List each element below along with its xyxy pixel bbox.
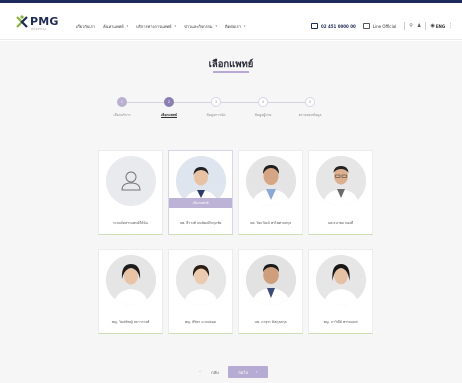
nav-item-services[interactable]: บริการทางการแพทย์ ▾ (136, 22, 176, 30)
step-5: 5 (305, 97, 315, 107)
step-connector (174, 102, 211, 103)
doctor-name: ระบบจัดสรรแพทย์ให้ฉัน (112, 221, 148, 225)
step-3: 3 (211, 97, 221, 107)
selected-badge: เลือกแพทย์ (169, 198, 232, 208)
chevron-down-icon: ▾ (215, 24, 218, 28)
auto-assign-avatar (106, 156, 156, 206)
booking-stepper: 1 2 3 4 5 เลือกบริการ เลือกแพทย์ ข้อมูลก… (113, 97, 345, 121)
logo-text: PMG (30, 15, 59, 28)
divider (404, 22, 406, 30)
doctor-photo (106, 255, 156, 305)
step-connector (127, 102, 164, 103)
doctor-name: นพ. ธีรวงศ์ ธนพัฒน์กิจกุลชัย (179, 221, 222, 225)
step-connector (268, 102, 305, 103)
header-tools: 02 451 0000 00 Line Official ⚲ ♟ ◉ ENG ⋮ (311, 21, 453, 31)
step-label: ตรวจสอบข้อมูล (298, 113, 322, 117)
step-4: 4 (258, 97, 268, 107)
doctor-photo (316, 255, 366, 305)
doctor-card[interactable]: นพ. ภาสุระ ดิสกุลสกุล (238, 249, 303, 334)
doctor-card[interactable]: พญ. วิมลพิชญ์ สถาวรวงศ์ (98, 249, 163, 334)
nav-item-about[interactable]: เกี่ยวกับเรา (76, 22, 95, 30)
chevron-down-icon: ▾ (126, 24, 129, 28)
divider (425, 22, 427, 30)
chevron-down-icon: ▾ (174, 24, 176, 28)
step-label: ข้อมูลผู้ป่วย (254, 113, 272, 117)
doctor-name: พญ. ภาวิณีย์ พรรณเมศ (323, 320, 358, 324)
nav-item-find-doctor[interactable]: ค้นหาแพทย์ ▾ (103, 22, 128, 30)
line-icon (362, 23, 370, 29)
line-official-link[interactable]: Line Official (362, 23, 396, 29)
doctor-photo (246, 255, 296, 305)
step-label: ข้อมูลการนัด (206, 113, 226, 117)
doctor-card[interactable]: พญ. ศิริพร นวลปลอด (168, 249, 233, 334)
nav-item-contact[interactable]: ติดต่อเรา ▾ (225, 22, 245, 30)
logo[interactable]: PMG HOSPITAL (14, 14, 59, 34)
step-1[interactable]: 1 (117, 97, 127, 107)
back-button[interactable]: กลับ (206, 369, 224, 376)
site-header: PMG HOSPITAL เกี่ยวกับเรา ค้นหาแพทย์ ▾ บร… (0, 6, 462, 40)
language-switch[interactable]: ◉ ENG (430, 23, 445, 29)
doctor-card[interactable]: พญ. ภาวิณีย์ พรรณเมศ (308, 249, 373, 334)
doctor-card[interactable]: นพ.ธนาพล ทองดี (308, 150, 373, 235)
chevron-left-icon[interactable]: ‹ (194, 369, 206, 375)
doctor-card[interactable]: ระบบจัดสรรแพทย์ให้ฉัน (98, 150, 163, 235)
top-accent-bar (0, 0, 462, 3)
main-content: เลือกแพทย์ 1 2 3 4 5 เลือกบริการ เลือกแพ… (0, 41, 462, 383)
phone-link[interactable]: 02 451 0000 00 (311, 23, 356, 29)
step-label: เลือกแพทย์ (161, 113, 177, 117)
next-button[interactable]: ถัดไป › (228, 366, 268, 378)
doctor-name: นพ.ธนาพล ทองดี (327, 221, 354, 225)
doctor-photo (246, 156, 296, 206)
doctor-card[interactable]: นพ. ปิยะวัฒน์ พรไพศาลสกุล (238, 150, 303, 235)
doctor-name: นพ. ภาสุระ ดิสกุลสกุล (254, 320, 287, 324)
doctor-photo (176, 255, 226, 305)
phone-icon (311, 23, 318, 29)
doctor-placeholder-icon (106, 156, 156, 206)
title-underline (213, 71, 249, 73)
more-icon[interactable]: ⋮ (448, 23, 453, 29)
chevron-right-icon: › (255, 369, 258, 375)
logo-mark-icon (16, 15, 28, 28)
nav-item-news[interactable]: ข่าวและกิจกรรม ▾ (184, 22, 217, 30)
doctor-photo (316, 156, 366, 206)
step-navigation: ‹ กลับ ถัดไป › (194, 366, 278, 378)
doctor-card[interactable]: เลือกแพทย์ นพ. ธีรวงศ์ ธนพัฒน์กิจกุลชัย (168, 150, 233, 235)
chevron-down-icon: ▾ (244, 24, 246, 28)
globe-icon: ◉ (430, 23, 435, 29)
page-title: เลือกแพทย์ (208, 59, 254, 70)
step-2[interactable]: 2 (164, 97, 174, 107)
doctor-name: พญ. วิมลพิชญ์ สถาวรวงศ์ (111, 320, 150, 324)
user-icon[interactable]: ♟ (417, 23, 421, 29)
main-nav: เกี่ยวกับเรา ค้นหาแพทย์ ▾ บริการทางการแพท… (76, 22, 254, 30)
search-icon[interactable]: ⚲ (409, 23, 413, 29)
doctor-name: นพ. ปิยะวัฒน์ พรไพศาลสกุล (249, 221, 292, 225)
doctor-name: พญ. ศิริพร นวลปลอด (184, 320, 217, 324)
step-connector (221, 102, 258, 103)
logo-subtext: HOSPITAL (31, 28, 47, 31)
step-label: เลือกบริการ (113, 113, 131, 117)
